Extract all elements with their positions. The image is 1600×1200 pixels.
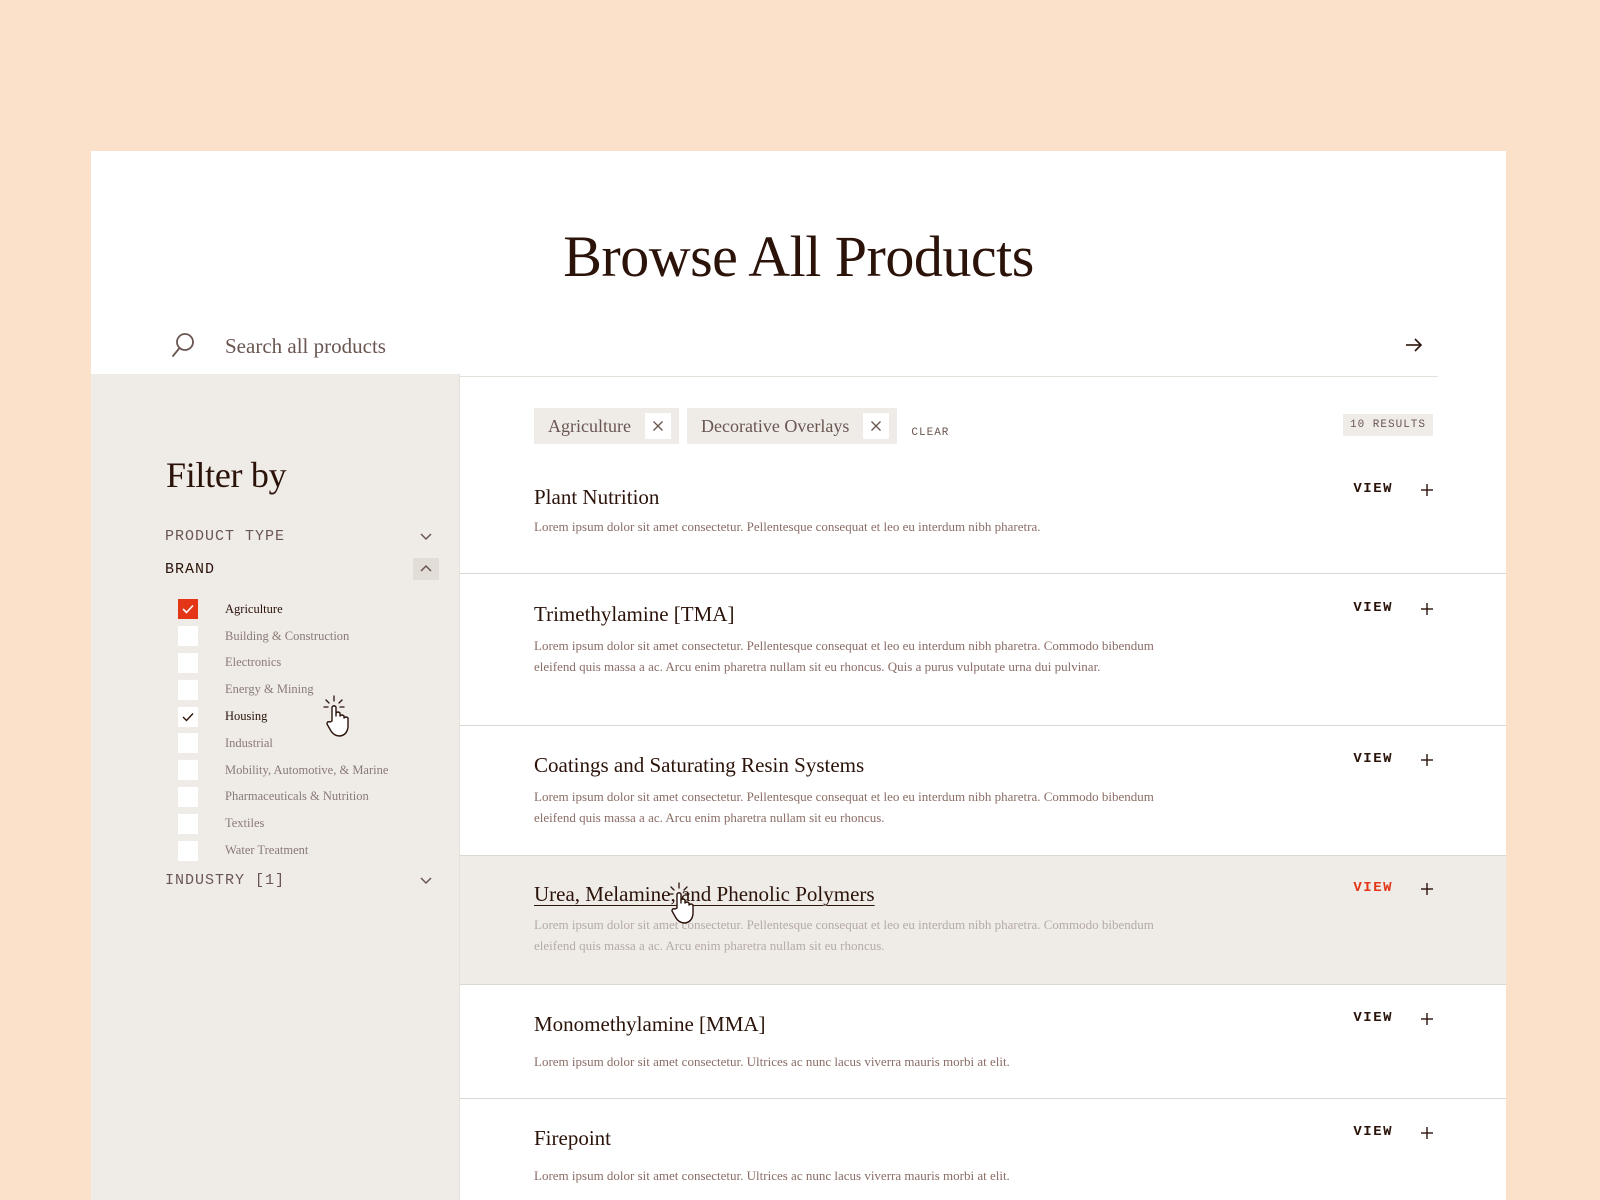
clear-filters-button[interactable]: CLEAR <box>911 427 949 439</box>
plus-icon[interactable] <box>1419 752 1435 768</box>
plus-icon[interactable] <box>1419 601 1435 617</box>
view-button[interactable]: VIEW <box>1353 751 1393 767</box>
checkbox[interactable] <box>178 733 198 754</box>
brand-checkbox-list: Agriculture Building & Construction Elec… <box>178 596 438 864</box>
checkbox[interactable] <box>178 760 198 781</box>
checkbox[interactable] <box>178 679 198 700</box>
brand-option[interactable]: Building & Construction <box>178 623 438 650</box>
view-button[interactable]: VIEW <box>1353 600 1393 616</box>
plus-icon[interactable] <box>1419 1011 1435 1027</box>
chevron-down-icon <box>413 525 439 547</box>
checkbox[interactable] <box>178 786 198 807</box>
facet-product-type[interactable]: PRODUCT TYPE <box>165 523 439 551</box>
brand-option[interactable]: Water Treatment <box>178 837 438 864</box>
filter-chip-label: Decorative Overlays <box>700 415 850 436</box>
filter-chip: Decorative Overlays <box>686 408 898 444</box>
plus-icon[interactable] <box>1419 482 1435 498</box>
product-description: Lorem ipsum dolor sit amet consectetur. … <box>534 917 1154 953</box>
search-bar <box>165 315 1438 377</box>
brand-option-label: Pharmaceuticals & Nutrition <box>225 789 369 804</box>
brand-option-label: Housing <box>225 709 268 724</box>
product-description: Lorem ipsum dolor sit amet consectetur. … <box>534 789 1154 825</box>
checkbox[interactable] <box>178 626 198 647</box>
brand-option[interactable]: Electronics <box>178 650 438 677</box>
view-button[interactable]: VIEW <box>1353 1124 1393 1140</box>
plus-icon[interactable] <box>1419 881 1435 897</box>
filter-chip: Agriculture <box>534 408 679 444</box>
product-title[interactable]: Coatings and Saturating Resin Systems <box>534 753 864 778</box>
chevron-up-icon[interactable] <box>413 558 439 580</box>
brand-option[interactable]: Energy & Mining <box>178 676 438 703</box>
result-count-badge: 10 RESULTS <box>1342 414 1433 436</box>
product-row[interactable]: Firepoint Lorem ipsum dolor sit amet con… <box>460 1099 1506 1200</box>
product-description: Lorem ipsum dolor sit amet consectetur. … <box>534 638 1154 674</box>
checkbox[interactable] <box>178 652 198 673</box>
brand-option-label: Building & Construction <box>225 628 350 643</box>
close-icon[interactable] <box>863 413 890 439</box>
product-row[interactable]: Monomethylamine [MMA] Lorem ipsum dolor … <box>460 985 1506 1099</box>
brand-option-label: Industrial <box>225 735 273 750</box>
view-button[interactable]: VIEW <box>1353 880 1393 896</box>
product-title[interactable]: Urea, Melamine, and Phenolic Polymers <box>534 882 875 907</box>
brand-option[interactable]: Industrial <box>178 730 438 757</box>
product-row[interactable]: Trimethylamine [TMA] Lorem ipsum dolor s… <box>460 574 1506 726</box>
product-title[interactable]: Firepoint <box>534 1126 611 1151</box>
facet-brand[interactable]: BRAND <box>165 556 439 584</box>
checkbox[interactable] <box>178 813 198 834</box>
check-icon <box>182 605 194 615</box>
brand-option-label: Mobility, Automotive, & Marine <box>225 762 389 777</box>
search-input[interactable] <box>225 329 1325 363</box>
facet-label: BRAND <box>165 561 216 578</box>
active-filter-chips: Agriculture Decorative Overlays CLEAR <box>534 408 949 444</box>
checkbox[interactable] <box>178 840 198 861</box>
view-button[interactable]: VIEW <box>1353 1010 1393 1026</box>
brand-option[interactable]: Housing <box>178 703 438 730</box>
plus-icon[interactable] <box>1419 1125 1435 1141</box>
brand-option[interactable]: Mobility, Automotive, & Marine <box>178 757 438 784</box>
arrow-right-icon[interactable] <box>1398 329 1430 361</box>
checkbox-checked[interactable] <box>178 706 198 727</box>
close-icon[interactable] <box>644 413 671 439</box>
product-description: Lorem ipsum dolor sit amet consectetur. … <box>534 519 1041 534</box>
product-row-hovered[interactable]: Urea, Melamine, and Phenolic Polymers Lo… <box>460 856 1506 985</box>
brand-option-label: Electronics <box>225 655 282 670</box>
brand-option[interactable]: Agriculture <box>178 596 438 623</box>
browse-products-card: Browse All Products Filter by PRODUCT TY… <box>91 151 1506 1200</box>
product-title[interactable]: Monomethylamine [MMA] <box>534 1012 766 1037</box>
search-icon <box>172 333 194 357</box>
product-description: Lorem ipsum dolor sit amet consectetur. … <box>534 1054 1010 1069</box>
filter-chip-label: Agriculture <box>548 415 631 436</box>
checkbox-checked[interactable] <box>178 599 198 620</box>
product-row[interactable]: Coatings and Saturating Resin Systems Lo… <box>460 726 1506 856</box>
results-panel: Agriculture Decorative Overlays CLEAR 10… <box>459 374 1506 1200</box>
page-title: Browse All Products <box>563 224 1034 289</box>
brand-option[interactable]: Pharmaceuticals & Nutrition <box>178 784 438 811</box>
view-button[interactable]: VIEW <box>1353 481 1393 497</box>
brand-option[interactable]: Textiles <box>178 810 438 837</box>
brand-option-label: Agriculture <box>225 601 283 616</box>
brand-option-label: Textiles <box>225 816 265 831</box>
product-row[interactable]: Plant Nutrition Lorem ipsum dolor sit am… <box>460 464 1506 574</box>
product-title[interactable]: Trimethylamine [TMA] <box>534 602 734 627</box>
check-icon <box>182 712 194 722</box>
product-title[interactable]: Plant Nutrition <box>534 485 659 510</box>
filter-sidebar: Filter by PRODUCT TYPE BRAND Agriculture <box>91 374 459 1200</box>
brand-option-label: Energy & Mining <box>225 682 314 697</box>
brand-option-label: Water Treatment <box>225 843 309 858</box>
product-description: Lorem ipsum dolor sit amet consectetur. … <box>534 1168 1010 1183</box>
facet-industry[interactable]: INDUSTRY [1] <box>165 867 439 895</box>
facet-label: INDUSTRY [1] <box>165 872 286 889</box>
chevron-down-icon <box>413 869 439 891</box>
facet-label: PRODUCT TYPE <box>165 528 286 545</box>
filter-title: Filter by <box>166 455 287 495</box>
